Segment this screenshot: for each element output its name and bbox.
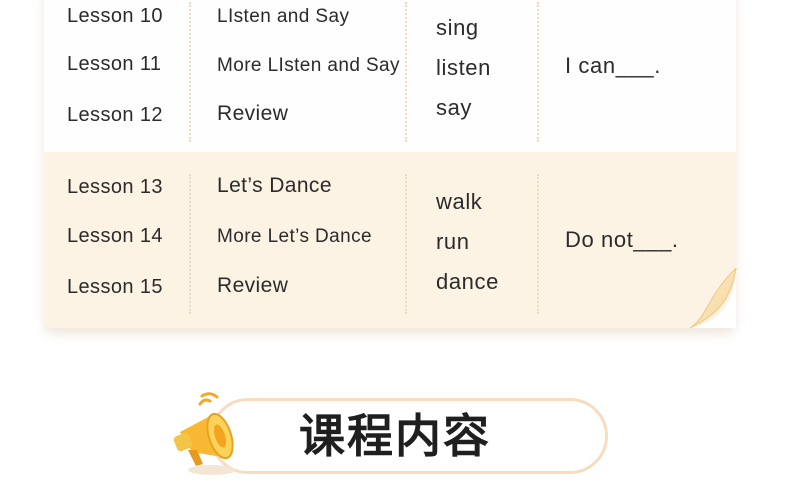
lesson-title: Let’s Dance — [217, 174, 332, 197]
column-divider — [405, 2, 407, 142]
lesson-title: Review — [217, 102, 289, 125]
sentence-pattern: I can___. — [565, 53, 661, 78]
vocab-word: say — [436, 95, 473, 120]
sentence-pattern: Do not___. — [565, 227, 679, 252]
lesson-number: Lesson 14 — [67, 225, 163, 247]
lesson-title: More LIsten and Say — [217, 55, 400, 76]
lesson-title: LIsten and Say — [217, 6, 350, 27]
vocab-word: walk — [436, 189, 483, 214]
column-divider — [405, 174, 407, 314]
lesson-number: Lesson 15 — [67, 276, 163, 298]
lesson-number: Lesson 10 — [67, 5, 163, 27]
lesson-number: Lesson 13 — [67, 176, 163, 198]
section-title: 课程内容 — [299, 409, 491, 463]
column-divider — [189, 2, 191, 142]
lesson-number: Lesson 11 — [67, 53, 162, 75]
vocab-word: dance — [436, 269, 499, 294]
vocab-word: listen — [436, 55, 491, 80]
lesson-title: More Let’s Dance — [217, 226, 372, 247]
column-divider — [537, 174, 539, 314]
column-divider — [537, 2, 539, 142]
page-curl-decoration — [689, 268, 737, 329]
column-divider — [189, 174, 191, 314]
vocab-word: sing — [436, 15, 479, 40]
lesson-number: Lesson 12 — [67, 104, 163, 126]
lesson-title: Review — [217, 274, 289, 297]
vocab-word: run — [436, 229, 470, 254]
